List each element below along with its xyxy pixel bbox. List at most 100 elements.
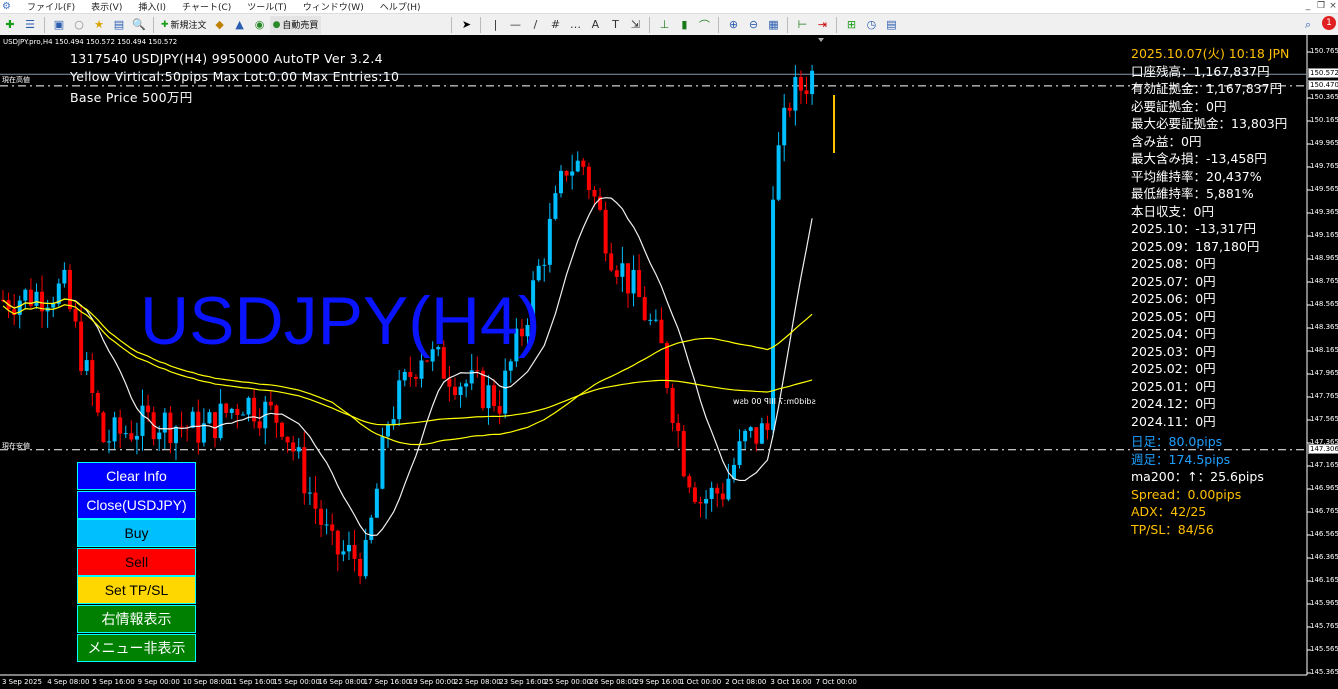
candle-body — [391, 419, 396, 425]
sell-button[interactable]: Sell — [77, 547, 196, 576]
menu-tools[interactable]: ツール(T) — [247, 0, 287, 13]
bar-chart-icon[interactable]: ⊥ — [655, 16, 673, 34]
close-button[interactable]: × — [1327, 1, 1338, 12]
notification-badge[interactable]: 1 — [1322, 16, 1336, 30]
trendline-icon[interactable]: / — [526, 16, 544, 34]
account-stat-line: 2025.01：0円 — [1131, 378, 1216, 394]
candle-body — [754, 427, 759, 444]
candle-body — [246, 397, 251, 415]
time-axis-label: 1 Oct 00:00 — [680, 678, 722, 686]
account-stat-line: 有効証拠金：1,167,837円 — [1131, 81, 1283, 96]
indicators-icon[interactable]: ⊞ — [842, 16, 860, 34]
arrows-icon[interactable]: ⇲ — [626, 16, 644, 34]
candle-body — [559, 170, 563, 194]
candle-body — [79, 321, 84, 371]
tile-windows-icon[interactable]: ▦ — [764, 16, 782, 34]
templates-icon[interactable]: ▤ — [882, 16, 900, 34]
menu-bar: ⚙ ファイル(F) 表示(V) 挿入(I) チャート(C) ツール(T) ウィン… — [0, 0, 1338, 13]
horizontal-line-icon[interactable]: — — [506, 16, 524, 34]
price-axis-label: 146.965 — [1310, 484, 1338, 492]
candle-body — [475, 370, 480, 372]
candlestick-icon[interactable]: ▮ — [675, 16, 693, 34]
signals-icon[interactable]: ▲ — [231, 16, 249, 34]
market-icon[interactable]: ◉ — [251, 16, 269, 34]
low-price-tag: 147.306 — [1308, 444, 1338, 454]
menu-insert[interactable]: 挿入(I) — [138, 0, 166, 13]
candle-body — [620, 263, 625, 277]
ma200-info: ma200：↑：25.6pips — [1131, 469, 1264, 484]
candle-body — [508, 361, 513, 371]
candle-body — [257, 421, 262, 429]
candle-body — [720, 493, 725, 500]
data-window-icon[interactable]: ○ — [70, 16, 88, 34]
current-price-tag: 150.572 — [1308, 68, 1338, 78]
account-stat-line: 最大必要証拠金：13,803円 — [1131, 116, 1288, 131]
candle-body — [229, 408, 234, 413]
tester-icon[interactable]: 🔍 — [130, 16, 148, 34]
candle-body — [798, 77, 803, 91]
menu-chart[interactable]: チャート(C) — [182, 0, 231, 13]
periods-icon[interactable]: ◷ — [862, 16, 880, 34]
menu-view[interactable]: 表示(V) — [91, 0, 122, 13]
candle-body — [95, 392, 100, 413]
price-axis-label: 145.765 — [1310, 622, 1338, 630]
search-icon[interactable]: ⌕ — [1299, 16, 1317, 34]
account-stat-line: 2025.04：0円 — [1131, 326, 1216, 341]
auto-trading-label: 自動売買 — [282, 21, 319, 31]
account-stat-line: 2025.02：0円 — [1131, 361, 1216, 376]
candle-body — [324, 524, 329, 526]
buy-button[interactable]: Buy — [77, 519, 196, 548]
candle-body — [653, 319, 658, 321]
candle-body — [90, 360, 95, 393]
candle-body — [73, 309, 78, 322]
auto-trading-button[interactable]: ● 自動売買 — [269, 15, 322, 34]
candle-body — [665, 343, 670, 388]
time-axis-label: 23 Sep 16:00 — [499, 678, 546, 686]
line-chart-icon[interactable]: ⌒ — [695, 16, 713, 34]
text-icon[interactable]: A — [586, 16, 604, 34]
menu-help[interactable]: ヘルプ(H) — [380, 0, 421, 13]
mt4-icon[interactable]: ⚙ — [2, 1, 11, 12]
candle-body — [698, 502, 703, 504]
menu-window[interactable]: ウィンドウ(W) — [303, 0, 364, 13]
metaeditor-icon[interactable]: ◆ — [211, 16, 229, 34]
zoom-out-icon[interactable]: ⊖ — [744, 16, 762, 34]
clear-info-button[interactable]: Clear Info — [77, 462, 196, 490]
time-axis-label: 29 Sep 16:00 — [634, 678, 682, 686]
price-axis-label: 145.565 — [1310, 645, 1338, 653]
chart-window[interactable]: USDJPY.pro,H4 150.494 150.572 150.494 15… — [0, 35, 1338, 689]
set-tpsl-button[interactable]: Set TP/SL — [77, 576, 196, 605]
candle-body — [196, 411, 201, 443]
minimize-button[interactable]: _ — [1302, 1, 1314, 12]
fibonacci-icon[interactable]: … — [566, 16, 584, 34]
market-watch-icon[interactable]: ▣ — [50, 16, 68, 34]
restore-button[interactable]: ❐ — [1315, 1, 1327, 12]
time-axis-label: 7 Oct 00:00 — [815, 678, 857, 686]
account-stat-line: 含み益：0円 — [1131, 133, 1202, 149]
cursor-icon[interactable]: ➤ — [457, 16, 475, 34]
menu-file[interactable]: ファイル(F) — [27, 0, 75, 13]
toolbar: ✚ ☰ ▣ ○ ★ ▤ 🔍 ✚ 新規注文 ◆ ▲ ◉ ● 自動売買 ➤ | — / … — [0, 13, 1338, 35]
time-axis-label: 19 Sep 00:00 — [408, 678, 456, 686]
show-right-info-button[interactable]: 右情報表示 — [77, 605, 196, 633]
candle-body — [268, 401, 273, 406]
hide-menu-button[interactable]: メニュー非表示 — [77, 633, 196, 662]
navigator-icon[interactable]: ★ — [90, 16, 108, 34]
price-axis-label: 149.565 — [1310, 185, 1338, 193]
datetime-display: 2025.10.07(火) 10:18 JPN — [1131, 46, 1290, 61]
autoscroll-icon[interactable]: ⊢ — [793, 16, 811, 34]
zoom-in-icon[interactable]: ⊕ — [724, 16, 742, 34]
object-label: sdid0m:7 IIIP 00 dsw — [733, 397, 816, 406]
candle-body — [570, 171, 575, 176]
candle-body — [692, 487, 697, 503]
candle-body — [452, 386, 457, 396]
close-symbol-button[interactable]: Close(USDJPY) — [77, 490, 196, 519]
new-order-button[interactable]: ✚ 新規注文 — [158, 16, 210, 34]
equidistant-channel-icon[interactable]: # — [546, 16, 564, 34]
new-chart-icon[interactable]: ✚ — [1, 16, 19, 34]
vertical-line-icon[interactable]: | — [486, 16, 504, 34]
text-label-icon[interactable]: T — [606, 16, 624, 34]
profiles-icon[interactable]: ☰ — [21, 16, 39, 34]
terminal-icon[interactable]: ▤ — [110, 16, 128, 34]
chart-shift-icon[interactable]: ⇥ — [813, 16, 831, 34]
